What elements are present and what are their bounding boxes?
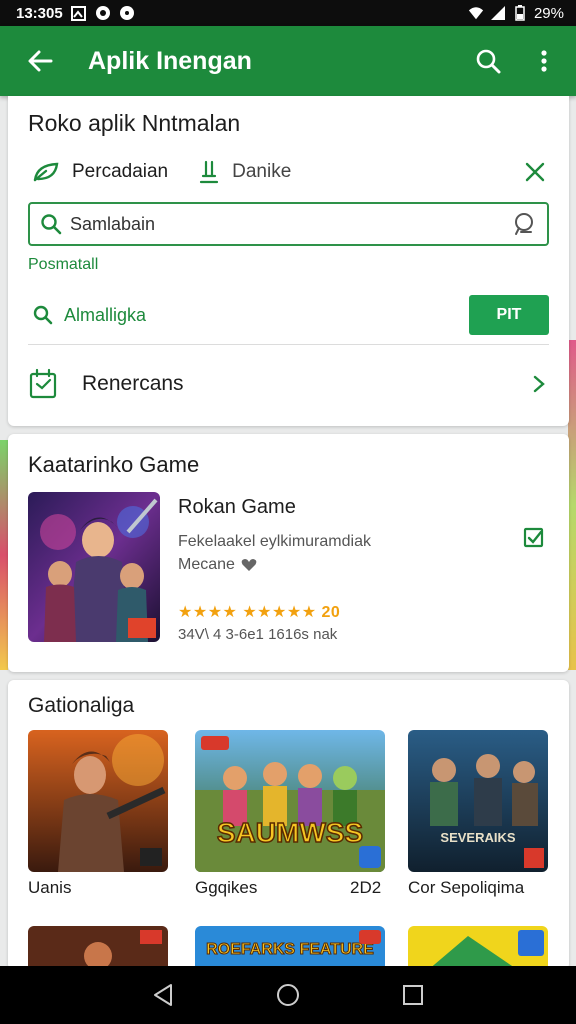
rating-stars: ★★★★ ★★★★★ 20 bbox=[178, 604, 341, 621]
game-title[interactable]: Rokan Game bbox=[178, 496, 296, 519]
alt-search-label: Almalligka bbox=[64, 304, 147, 325]
close-icon bbox=[525, 162, 545, 182]
app-bar-title: Aplik Inengan bbox=[88, 46, 252, 75]
tile-label: Uanis bbox=[28, 878, 72, 897]
filter-chip-danike[interactable]: Danike bbox=[198, 160, 291, 184]
battery-icon bbox=[512, 5, 528, 21]
wifi-icon bbox=[468, 5, 484, 21]
search-card: Roko aplik Nntmalan Percadaian Danike Po… bbox=[8, 96, 569, 426]
voice-search-icon[interactable] bbox=[511, 212, 537, 236]
notification-icon bbox=[95, 5, 111, 21]
search-icon bbox=[476, 49, 501, 74]
filter-row: Percadaian Danike bbox=[8, 154, 569, 190]
search-field[interactable] bbox=[28, 202, 549, 246]
arrow-back-icon bbox=[28, 50, 53, 72]
status-time: 13:305 bbox=[16, 4, 63, 22]
filter-chip-label: Danike bbox=[232, 161, 292, 182]
game-tile[interactable]: ROEFARKS FEATURE bbox=[195, 926, 385, 970]
back-triangle-icon bbox=[153, 984, 172, 1006]
chevron-right-icon bbox=[529, 374, 549, 394]
clear-filters-button[interactable] bbox=[521, 158, 549, 186]
svg-text:SEVERAIKS: SEVERAIKS bbox=[440, 830, 515, 845]
home-circle-icon bbox=[276, 984, 299, 1006]
game-tile[interactable] bbox=[28, 926, 168, 970]
game-tile[interactable]: SAUMWSS bbox=[195, 730, 385, 872]
background-strip bbox=[0, 440, 8, 670]
calendar-icon bbox=[29, 368, 57, 399]
checkbox-icon[interactable] bbox=[522, 526, 546, 550]
featured-title: Kaatarinko Game bbox=[28, 452, 200, 477]
tile-label: Ggqikes bbox=[195, 878, 258, 897]
app-bar: Aplik Inengan bbox=[0, 26, 576, 96]
back-nav-button[interactable] bbox=[143, 975, 183, 1015]
divider bbox=[28, 344, 549, 345]
search-icon bbox=[33, 305, 53, 325]
collection-card: Gationaliga Uanis SAUMWSS Ggqikes 2D2 SE… bbox=[8, 680, 569, 970]
game-thumbnail[interactable] bbox=[28, 492, 160, 642]
tile-banner-text: ROEFARKS FEATURE bbox=[206, 941, 374, 958]
back-button[interactable] bbox=[0, 26, 80, 96]
game-description: Fekelaakel eylkimuramdiak Mecane bbox=[178, 530, 428, 576]
nav-row-label: Renercans bbox=[82, 372, 184, 395]
nav-row-renercans[interactable]: Renercans bbox=[28, 362, 549, 406]
tile-extra: 2D2 bbox=[350, 878, 382, 897]
search-button[interactable] bbox=[460, 26, 516, 96]
home-nav-button[interactable] bbox=[268, 975, 308, 1015]
collection-title: Gationaliga bbox=[28, 694, 135, 717]
game-tile[interactable]: SEVERAIKS bbox=[408, 730, 548, 872]
more-options-button[interactable] bbox=[516, 26, 572, 96]
filter-chip-percadaian[interactable]: Percadaian bbox=[32, 161, 168, 183]
signal-icon bbox=[490, 5, 506, 21]
leaf-icon bbox=[33, 162, 59, 182]
search-card-title: Roko aplik Nntmalan bbox=[28, 110, 241, 136]
pit-button[interactable]: PIT bbox=[469, 295, 549, 335]
battery-level: 29% bbox=[533, 4, 564, 22]
game-tile[interactable] bbox=[28, 730, 168, 872]
game-meta: 34V\ 4 3-6e1 1616s nak bbox=[178, 626, 338, 643]
search-hint[interactable]: Posmatall bbox=[28, 256, 98, 274]
more-vert-icon bbox=[541, 50, 547, 72]
photo-icon bbox=[71, 5, 87, 21]
tile-label: Cor Sepoliqima bbox=[408, 878, 525, 897]
svg-text:SAUMWSS: SAUMWSS bbox=[217, 817, 363, 848]
game-description-line: Mecane bbox=[178, 556, 235, 573]
notification-icon bbox=[119, 5, 135, 21]
search-icon bbox=[41, 214, 62, 235]
pin-icon bbox=[200, 160, 219, 184]
featured-card: Kaatarinko Game Rokan Game Fekelaakel ey… bbox=[8, 434, 569, 672]
recents-nav-button[interactable] bbox=[393, 975, 433, 1015]
status-bar: 13:305 29% bbox=[0, 0, 576, 26]
system-nav-bar bbox=[0, 966, 576, 1024]
background-strip bbox=[568, 340, 576, 670]
recents-square-icon bbox=[403, 985, 424, 1005]
search-input[interactable] bbox=[70, 213, 511, 235]
game-tile[interactable] bbox=[408, 926, 548, 970]
filter-chip-label: Percadaian bbox=[72, 161, 169, 182]
alt-search-row[interactable]: Almalligka PIT bbox=[32, 294, 549, 336]
game-description-line: Fekelaakel eylkimuramdiak bbox=[178, 533, 371, 550]
heart-icon bbox=[241, 558, 257, 571]
